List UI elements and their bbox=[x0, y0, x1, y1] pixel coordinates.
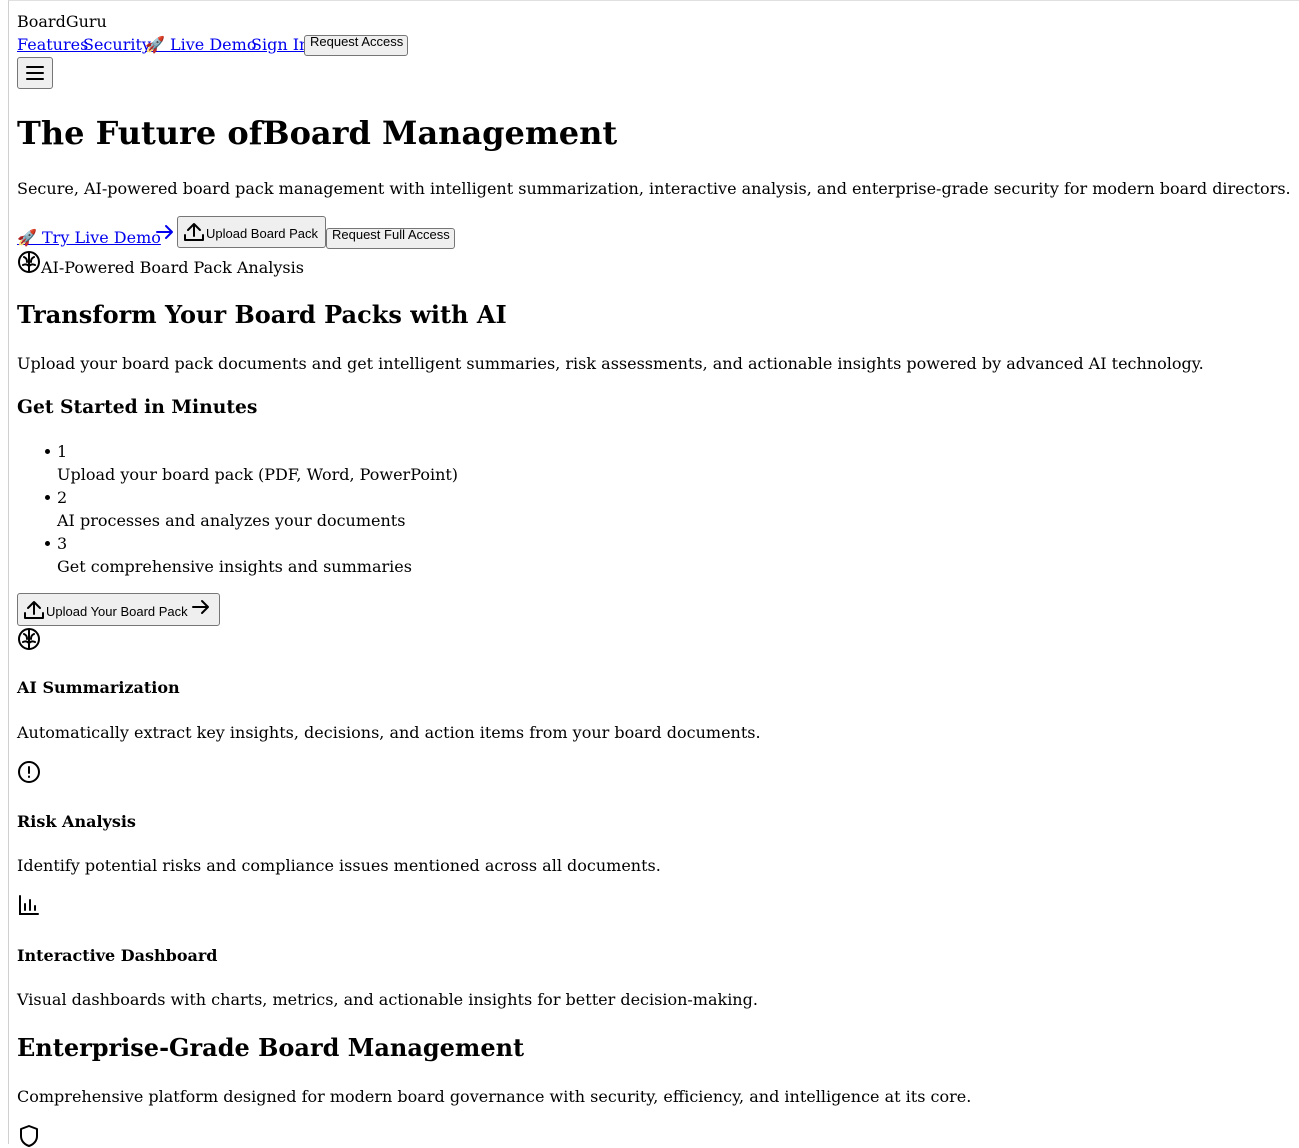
feature-text: Visual dashboards with charts, metrics, … bbox=[17, 990, 758, 1009]
hero-title: The Future ofBoard Management bbox=[17, 114, 618, 152]
brain-icon bbox=[17, 627, 41, 651]
enterprise-title: Enterprise-Grade Board Management bbox=[17, 1033, 525, 1062]
brain-icon bbox=[17, 250, 41, 274]
bar-chart-icon bbox=[17, 893, 41, 917]
step-number: 2 bbox=[57, 488, 68, 507]
request-access-button[interactable]: Request Access bbox=[304, 34, 408, 56]
menu-icon bbox=[25, 64, 45, 82]
request-full-access-button[interactable]: Request Full Access bbox=[326, 227, 455, 249]
brand-logo: BoardGuru bbox=[17, 12, 107, 31]
feature-title: AI Summarization bbox=[17, 678, 180, 697]
step-text: Upload your board pack (PDF, Word, Power… bbox=[57, 465, 459, 484]
step-text: AI processes and analyzes your documents bbox=[57, 511, 406, 530]
list-bullet bbox=[45, 495, 50, 500]
feature-title: Interactive Dashboard bbox=[17, 946, 218, 965]
ai-section-title: Transform Your Board Packs with AI bbox=[17, 300, 507, 329]
upload-board-pack-button[interactable]: Upload Board Pack bbox=[177, 216, 326, 248]
list-bullet bbox=[45, 541, 50, 546]
ai-badge: AI-Powered Board Pack Analysis bbox=[41, 258, 304, 277]
feature-text: Automatically extract key insights, deci… bbox=[17, 723, 761, 742]
nav-sign-in-link[interactable]: Sign In bbox=[251, 33, 309, 56]
menu-toggle-button[interactable] bbox=[17, 57, 53, 89]
nav-features-link[interactable]: Features bbox=[17, 33, 88, 56]
upload-your-board-pack-label: Upload Your Board Pack bbox=[46, 604, 188, 619]
arrow-right-icon bbox=[155, 222, 175, 242]
arrow-right-icon bbox=[191, 597, 211, 617]
shield-icon bbox=[17, 1124, 41, 1148]
upload-icon bbox=[183, 221, 205, 243]
alert-circle-icon bbox=[17, 760, 41, 784]
upload-board-pack-label: Upload Board Pack bbox=[206, 226, 319, 241]
nav-security-link[interactable]: Security bbox=[83, 33, 151, 56]
upload-icon bbox=[23, 599, 45, 621]
step-text: Get comprehensive insights and summaries bbox=[57, 557, 412, 576]
feature-title: Risk Analysis bbox=[17, 812, 136, 831]
step-number: 1 bbox=[57, 442, 68, 461]
enterprise-description: Comprehensive platform designed for mode… bbox=[17, 1087, 972, 1106]
upload-your-board-pack-button[interactable]: Upload Your Board Pack bbox=[17, 593, 220, 626]
feature-text: Identify potential risks and compliance … bbox=[17, 856, 661, 875]
hero-subtitle: Secure, AI-powered board pack management… bbox=[17, 179, 1291, 198]
try-live-demo-link[interactable]: 🚀 Try Live Demo bbox=[17, 226, 161, 249]
list-bullet bbox=[45, 449, 50, 454]
step-number: 3 bbox=[57, 534, 68, 553]
steps-title: Get Started in Minutes bbox=[17, 396, 258, 418]
ai-section-description: Upload your board pack documents and get… bbox=[17, 354, 1204, 373]
nav-live-demo-link[interactable]: 🚀 Live Demo bbox=[145, 33, 256, 56]
